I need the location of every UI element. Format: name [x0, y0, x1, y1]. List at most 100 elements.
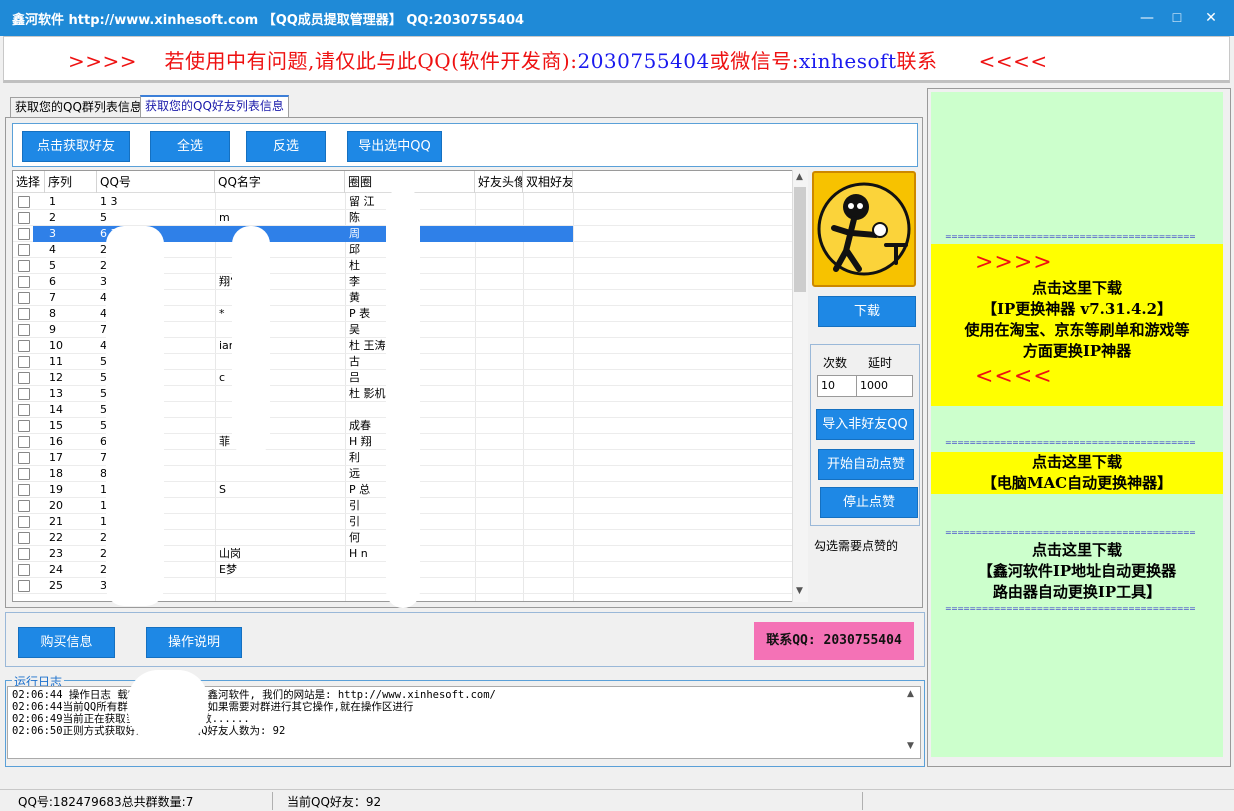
row-checkbox[interactable]	[18, 228, 30, 240]
export-selected-button[interactable]: 导出选中QQ	[347, 131, 442, 162]
row-checkbox[interactable]	[18, 388, 30, 400]
import-non-friend-button[interactable]: 导入非好友QQ	[816, 409, 914, 440]
banner-left-arrows: >>>>	[68, 49, 138, 73]
window-title: 鑫河软件 http://www.xinhesoft.com 【QQ成员提取管理器…	[12, 13, 525, 28]
ad1-bottom-arrows: <<<<	[975, 364, 1053, 389]
get-friends-button[interactable]: 点击获取好友	[22, 131, 130, 162]
download-button[interactable]: 下载	[818, 296, 916, 327]
cell-seq: 19	[49, 483, 63, 496]
maximize-button[interactable]: ☐	[1162, 6, 1192, 30]
stop-like-button[interactable]: 停止点赞	[820, 487, 918, 518]
col-name[interactable]: QQ名字	[215, 171, 345, 193]
status-bar: QQ号:182479683总共群数量:7 当前QQ好友：92	[0, 789, 1234, 811]
close-button[interactable]: ✕	[1196, 6, 1226, 30]
row-checkbox[interactable]	[18, 356, 30, 368]
ad-mac-changer[interactable]: 点击这里下载 【电脑MAC自动更换神器】	[931, 452, 1223, 494]
select-all-button[interactable]: 全选	[150, 131, 230, 162]
cell-seq: 13	[49, 387, 63, 400]
cell-seq: 7	[49, 291, 56, 304]
row-checkbox[interactable]	[18, 580, 30, 592]
row-checkbox[interactable]	[18, 564, 30, 576]
col-seq[interactable]: 序列	[45, 171, 97, 193]
scroll-down-icon[interactable]: ▼	[907, 741, 914, 751]
cell-seq: 21	[49, 515, 63, 528]
cell-seq: 11	[49, 355, 63, 368]
row-checkbox[interactable]	[18, 244, 30, 256]
col-qq[interactable]: QQ号	[97, 171, 215, 193]
scroll-up-icon[interactable]: ▲	[907, 689, 914, 699]
row-checkbox[interactable]	[18, 292, 30, 304]
invert-selection-button[interactable]: 反选	[246, 131, 326, 162]
status-friend-count: 当前QQ好友：92	[287, 795, 382, 809]
minimize-button[interactable]: —	[1132, 6, 1162, 30]
scroll-up-icon[interactable]: ▲	[796, 172, 803, 182]
cell-qq: 5	[100, 211, 107, 224]
row-checkbox[interactable]	[18, 212, 30, 224]
row-checkbox[interactable]	[18, 308, 30, 320]
row-checkbox[interactable]	[18, 516, 30, 528]
row-checkbox[interactable]	[18, 324, 30, 336]
title-bar: 鑫河软件 http://www.xinhesoft.com 【QQ成员提取管理器…	[0, 0, 1234, 36]
banner-text-middle: 或微信号:	[709, 49, 799, 73]
log-scrollbar[interactable]: ▲ ▼	[905, 689, 919, 757]
ad-ip-address-changer[interactable]: 点击这里下载 【鑫河软件IP地址自动更换器 路由器自动更换IP工具】	[931, 540, 1223, 603]
cell-seq: 25	[49, 579, 63, 592]
count-input[interactable]: 10	[817, 375, 857, 397]
toolbar	[12, 123, 918, 167]
cell-seq: 23	[49, 547, 63, 560]
row-checkbox[interactable]	[18, 436, 30, 448]
scrollbar-thumb[interactable]	[794, 187, 806, 292]
banner-qq: 2030755404	[577, 49, 710, 73]
scroll-down-icon[interactable]: ▼	[796, 586, 803, 596]
cell-qq: 1 3	[100, 195, 118, 208]
cell-seq: 1	[49, 195, 56, 208]
row-checkbox[interactable]	[18, 372, 30, 384]
cell-seq: 18	[49, 467, 63, 480]
like-hint-text: 勾选需要点赞的	[814, 539, 899, 553]
ad3-line2: 【鑫河软件IP地址自动更换器	[977, 562, 1177, 580]
col-avatar[interactable]: 好友头像	[475, 171, 523, 193]
row-checkbox[interactable]	[18, 420, 30, 432]
row-checkbox[interactable]	[18, 548, 30, 560]
manual-button[interactable]: 操作说明	[146, 627, 242, 658]
ad-panel-background	[931, 92, 1223, 757]
row-checkbox[interactable]	[18, 340, 30, 352]
banner-wechat: xinhesoft	[798, 49, 897, 73]
row-checkbox[interactable]	[18, 532, 30, 544]
row-checkbox[interactable]	[18, 484, 30, 496]
ad-separator: ========================================…	[945, 604, 1196, 613]
col-select[interactable]: 选择	[13, 171, 45, 193]
row-checkbox[interactable]	[18, 276, 30, 288]
count-label: 次数	[823, 356, 848, 370]
cell-seq: 22	[49, 531, 63, 544]
cell-name	[219, 530, 341, 546]
redaction-mask	[232, 226, 270, 456]
ad-separator: ========================================…	[945, 438, 1196, 447]
tab-friend-list[interactable]: 获取您的QQ好友列表信息	[140, 95, 289, 118]
tab-group-list[interactable]: 获取您的QQ群列表信息	[10, 97, 147, 118]
ad1-line3: 使用在淘宝、京东等刷单和游戏等	[964, 321, 1190, 339]
row-checkbox[interactable]	[18, 468, 30, 480]
cell-name	[219, 466, 341, 482]
cell-name: 山岗	[219, 547, 241, 560]
row-checkbox[interactable]	[18, 196, 30, 208]
row-checkbox[interactable]	[18, 452, 30, 464]
redaction-mask	[128, 670, 208, 742]
cell-seq: 9	[49, 323, 56, 336]
cell-name	[219, 514, 341, 530]
ad1-line1: 点击这里下载	[1031, 279, 1122, 297]
buy-info-button[interactable]: 购买信息	[18, 627, 115, 658]
cell-seq: 24	[49, 563, 63, 576]
col-mutual[interactable]: 双相好友	[523, 171, 573, 193]
cell-seq: 4	[49, 243, 56, 256]
cell-name	[219, 450, 341, 466]
row-checkbox[interactable]	[18, 260, 30, 272]
start-auto-like-button[interactable]: 开始自动点赞	[818, 449, 914, 480]
ad-ip-changer[interactable]: >>>> 点击这里下载 【IP更换神器 v7.31.4.2】 使用在淘宝、京东等…	[931, 244, 1223, 406]
cell-name	[219, 498, 341, 514]
contact-qq-badge[interactable]: 联系QQ: 2030755404	[754, 622, 914, 660]
ad-separator: ========================================…	[945, 528, 1196, 537]
row-checkbox[interactable]	[18, 500, 30, 512]
row-checkbox[interactable]	[18, 404, 30, 416]
delay-input[interactable]: 1000	[856, 375, 913, 397]
